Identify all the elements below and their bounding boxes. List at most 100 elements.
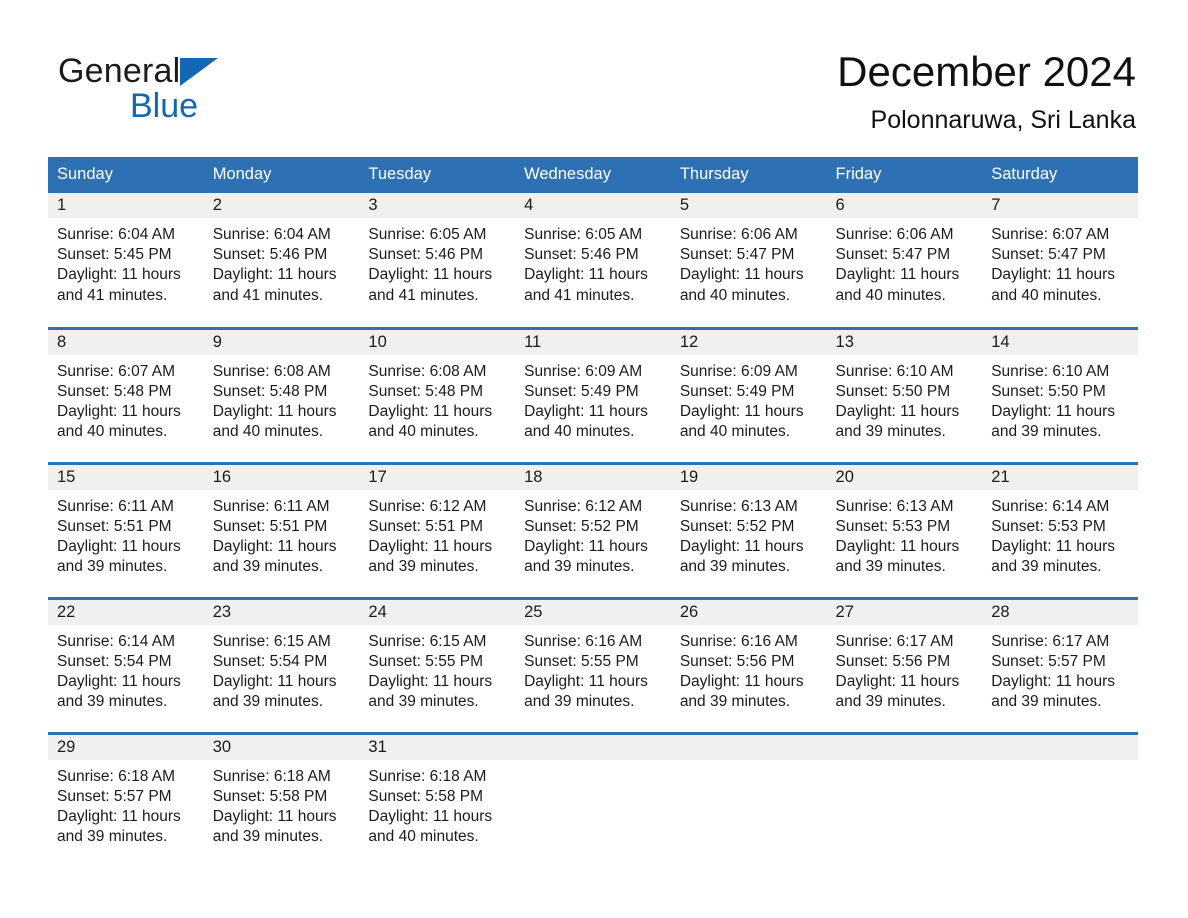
daylight-text-line1: Daylight: 11 hours [57, 672, 181, 690]
calendar-day-cell[interactable]: 4 Sunrise: 6:05 AM Sunset: 5:46 PM Daylight… [515, 193, 671, 328]
day-details: Sunrise: 6:08 AM Sunset: 5:48 PM Daylight:… [359, 355, 515, 443]
calendar-day-cell[interactable]: 1 Sunrise: 6:04 AM Sunset: 5:45 PM Daylight… [48, 193, 204, 328]
sunrise-text: Sunrise: 6:07 AM [991, 226, 1110, 243]
sunrise-text: Sunrise: 6:08 AM [212, 362, 331, 380]
sunrise-text: Sunrise: 6:09 AM [679, 362, 798, 380]
weekday-header-monday: Monday [203, 157, 360, 193]
calendar-empty-cell [670, 731, 827, 868]
sunset-text: Sunset: 5:57 PM [991, 652, 1106, 670]
daylight-text-line1: Daylight: 11 hours [368, 266, 493, 284]
daylight-text-line2: and 41 minutes. [212, 286, 323, 304]
calendar-day-cell[interactable]: 5 Sunrise: 6:06 AM Sunset: 5:47 PM Daylight… [670, 193, 827, 328]
day-number: 14 [982, 329, 1138, 355]
page-title: December 2024 [837, 48, 1136, 95]
calendar-empty-cell [515, 731, 671, 868]
daylight-text-line2: and 39 minutes. [991, 423, 1102, 441]
daylight-text-line2: and 39 minutes. [679, 693, 791, 711]
day-details: Sunrise: 6:15 AM Sunset: 5:55 PM Daylight:… [359, 625, 515, 713]
calendar-day-cell[interactable]: 24 Sunrise: 6:15 AM Sunset: 5:55 PM Dayligh… [359, 596, 516, 733]
calendar-day-cell[interactable]: 7 Sunrise: 6:07 AM Sunset: 5:47 PM Daylight… [982, 193, 1138, 328]
sunset-text: Sunset: 5:56 PM [679, 652, 795, 670]
calendar-day-cell[interactable]: 11 Sunrise: 6:09 AM Sunset: 5:49 PM Dayligh… [515, 326, 671, 463]
day-details: Sunrise: 6:08 AM Sunset: 5:48 PM Daylight:… [204, 355, 360, 443]
calendar-day-cell[interactable]: 28 Sunrise: 6:17 AM Sunset: 5:57 PM Dayligh… [982, 596, 1138, 733]
calendar-day-cell[interactable]: 2 Sunrise: 6:04 AM Sunset: 5:46 PM Daylight… [203, 193, 360, 328]
day-details: Sunrise: 6:16 AM Sunset: 5:55 PM Daylight:… [515, 625, 671, 713]
sunset-text: Sunset: 5:58 PM [368, 787, 483, 805]
calendar-day-cell[interactable]: 14 Sunrise: 6:10 AM Sunset: 5:50 PM Dayligh… [982, 326, 1138, 463]
sunrise-text: Sunrise: 6:05 AM [524, 226, 643, 243]
calendar-day-cell[interactable]: 22 Sunrise: 6:14 AM Sunset: 5:54 PM Dayligh… [48, 596, 204, 733]
sunset-text: Sunset: 5:55 PM [368, 652, 483, 670]
sunrise-text: Sunrise: 6:15 AM [212, 632, 331, 650]
day-number: 20 [826, 464, 983, 490]
day-details: Sunrise: 6:07 AM Sunset: 5:48 PM Daylight:… [48, 355, 204, 443]
calendar-week-row: 29 Sunrise: 6:18 AM Sunset: 5:57 PM Dayligh… [48, 731, 1138, 868]
calendar-day-cell[interactable]: 20 Sunrise: 6:13 AM Sunset: 5:53 PM Dayligh… [826, 461, 983, 598]
calendar-day-cell[interactable]: 21 Sunrise: 6:14 AM Sunset: 5:53 PM Dayligh… [982, 461, 1138, 598]
day-details: Sunrise: 6:18 AM Sunset: 5:58 PM Daylight:… [359, 760, 515, 848]
daylight-text-line1: Daylight: 11 hours [212, 672, 337, 690]
daylight-text-line2: and 41 minutes. [57, 286, 168, 304]
calendar-day-cell[interactable]: 23 Sunrise: 6:15 AM Sunset: 5:54 PM Dayligh… [203, 596, 360, 733]
day-number [670, 734, 827, 760]
calendar-day-cell[interactable]: 26 Sunrise: 6:16 AM Sunset: 5:56 PM Dayligh… [670, 596, 827, 733]
calendar-day-cell[interactable]: 17 Sunrise: 6:12 AM Sunset: 5:51 PM Dayligh… [359, 461, 516, 598]
calendar-day-cell[interactable]: 9 Sunrise: 6:08 AM Sunset: 5:48 PM Daylight… [203, 326, 360, 463]
calendar-day-cell[interactable]: 8 Sunrise: 6:07 AM Sunset: 5:48 PM Daylight… [48, 326, 204, 463]
weekday-header-sunday: Sunday [48, 157, 204, 193]
sunset-text: Sunset: 5:53 PM [835, 517, 951, 535]
day-details: Sunrise: 6:13 AM Sunset: 5:53 PM Daylight:… [827, 490, 983, 578]
calendar-day-cell[interactable]: 10 Sunrise: 6:08 AM Sunset: 5:48 PM Dayligh… [359, 326, 516, 463]
day-number: 22 [48, 599, 204, 625]
calendar-day-cell[interactable]: 15 Sunrise: 6:11 AM Sunset: 5:51 PM Dayligh… [48, 461, 204, 598]
daylight-text-line1: Daylight: 11 hours [991, 266, 1115, 284]
day-number: 15 [48, 464, 204, 490]
day-details: Sunrise: 6:10 AM Sunset: 5:50 PM Daylight:… [982, 355, 1138, 443]
daylight-text-line2: and 39 minutes. [212, 558, 323, 576]
calendar-day-cell[interactable]: 16 Sunrise: 6:11 AM Sunset: 5:51 PM Dayligh… [203, 461, 360, 598]
daylight-text-line2: and 39 minutes. [835, 423, 946, 441]
day-number: 8 [48, 329, 204, 355]
day-number: 4 [515, 193, 671, 218]
daylight-text-line2: and 39 minutes. [212, 828, 323, 846]
sunrise-text: Sunrise: 6:18 AM [368, 767, 487, 785]
sunset-text: Sunset: 5:50 PM [835, 382, 951, 400]
day-details: Sunrise: 6:09 AM Sunset: 5:49 PM Daylight:… [671, 355, 827, 443]
calendar-day-cell[interactable]: 6 Sunrise: 6:06 AM Sunset: 5:47 PM Daylight… [826, 193, 983, 328]
calendar-day-cell[interactable]: 19 Sunrise: 6:13 AM Sunset: 5:52 PM Dayligh… [670, 461, 827, 598]
day-number: 12 [670, 329, 827, 355]
day-details: Sunrise: 6:17 AM Sunset: 5:56 PM Daylight:… [827, 625, 983, 713]
calendar-empty-cell [826, 731, 983, 868]
daylight-text-line1: Daylight: 11 hours [368, 807, 493, 825]
daylight-text-line1: Daylight: 11 hours [212, 402, 337, 420]
day-number: 26 [670, 599, 827, 625]
calendar-day-cell[interactable]: 3 Sunrise: 6:05 AM Sunset: 5:46 PM Daylight… [359, 193, 516, 328]
calendar-day-cell[interactable]: 29 Sunrise: 6:18 AM Sunset: 5:57 PM Dayligh… [48, 731, 204, 868]
calendar-week-row: 1 Sunrise: 6:04 AM Sunset: 5:45 PM Daylight… [48, 193, 1138, 328]
calendar-day-cell[interactable]: 27 Sunrise: 6:17 AM Sunset: 5:56 PM Dayligh… [826, 596, 983, 733]
daylight-text-line1: Daylight: 11 hours [212, 266, 337, 284]
calendar-day-cell[interactable]: 12 Sunrise: 6:09 AM Sunset: 5:49 PM Dayligh… [670, 326, 827, 463]
day-number: 13 [826, 329, 983, 355]
calendar-day-cell[interactable]: 30 Sunrise: 6:18 AM Sunset: 5:58 PM Dayligh… [203, 731, 360, 868]
daylight-text-line2: and 39 minutes. [835, 693, 946, 711]
day-number [515, 734, 671, 760]
calendar-day-cell[interactable]: 18 Sunrise: 6:12 AM Sunset: 5:52 PM Dayligh… [515, 461, 671, 598]
sunrise-text: Sunrise: 6:09 AM [524, 362, 643, 380]
day-details: Sunrise: 6:11 AM Sunset: 5:51 PM Daylight:… [204, 490, 360, 578]
sunrise-text: Sunrise: 6:06 AM [835, 226, 954, 243]
sunrise-text: Sunrise: 6:04 AM [212, 226, 331, 243]
sunset-text: Sunset: 5:47 PM [991, 246, 1106, 264]
day-details: Sunrise: 6:14 AM Sunset: 5:53 PM Daylight:… [982, 490, 1138, 578]
daylight-text-line2: and 39 minutes. [835, 558, 946, 576]
sunrise-text: Sunrise: 6:08 AM [368, 362, 487, 380]
sunset-text: Sunset: 5:52 PM [524, 517, 639, 535]
daylight-text-line2: and 40 minutes. [524, 423, 635, 441]
calendar-day-cell[interactable]: 25 Sunrise: 6:16 AM Sunset: 5:55 PM Dayligh… [515, 596, 671, 733]
daylight-text-line1: Daylight: 11 hours [991, 402, 1115, 420]
calendar-day-cell[interactable]: 13 Sunrise: 6:10 AM Sunset: 5:50 PM Dayligh… [826, 326, 983, 463]
calendar-day-cell[interactable]: 31 Sunrise: 6:18 AM Sunset: 5:58 PM Dayligh… [359, 731, 516, 868]
calendar-week-row: 15 Sunrise: 6:11 AM Sunset: 5:51 PM Dayligh… [48, 461, 1138, 598]
day-details: Sunrise: 6:11 AM Sunset: 5:51 PM Daylight:… [48, 490, 204, 578]
